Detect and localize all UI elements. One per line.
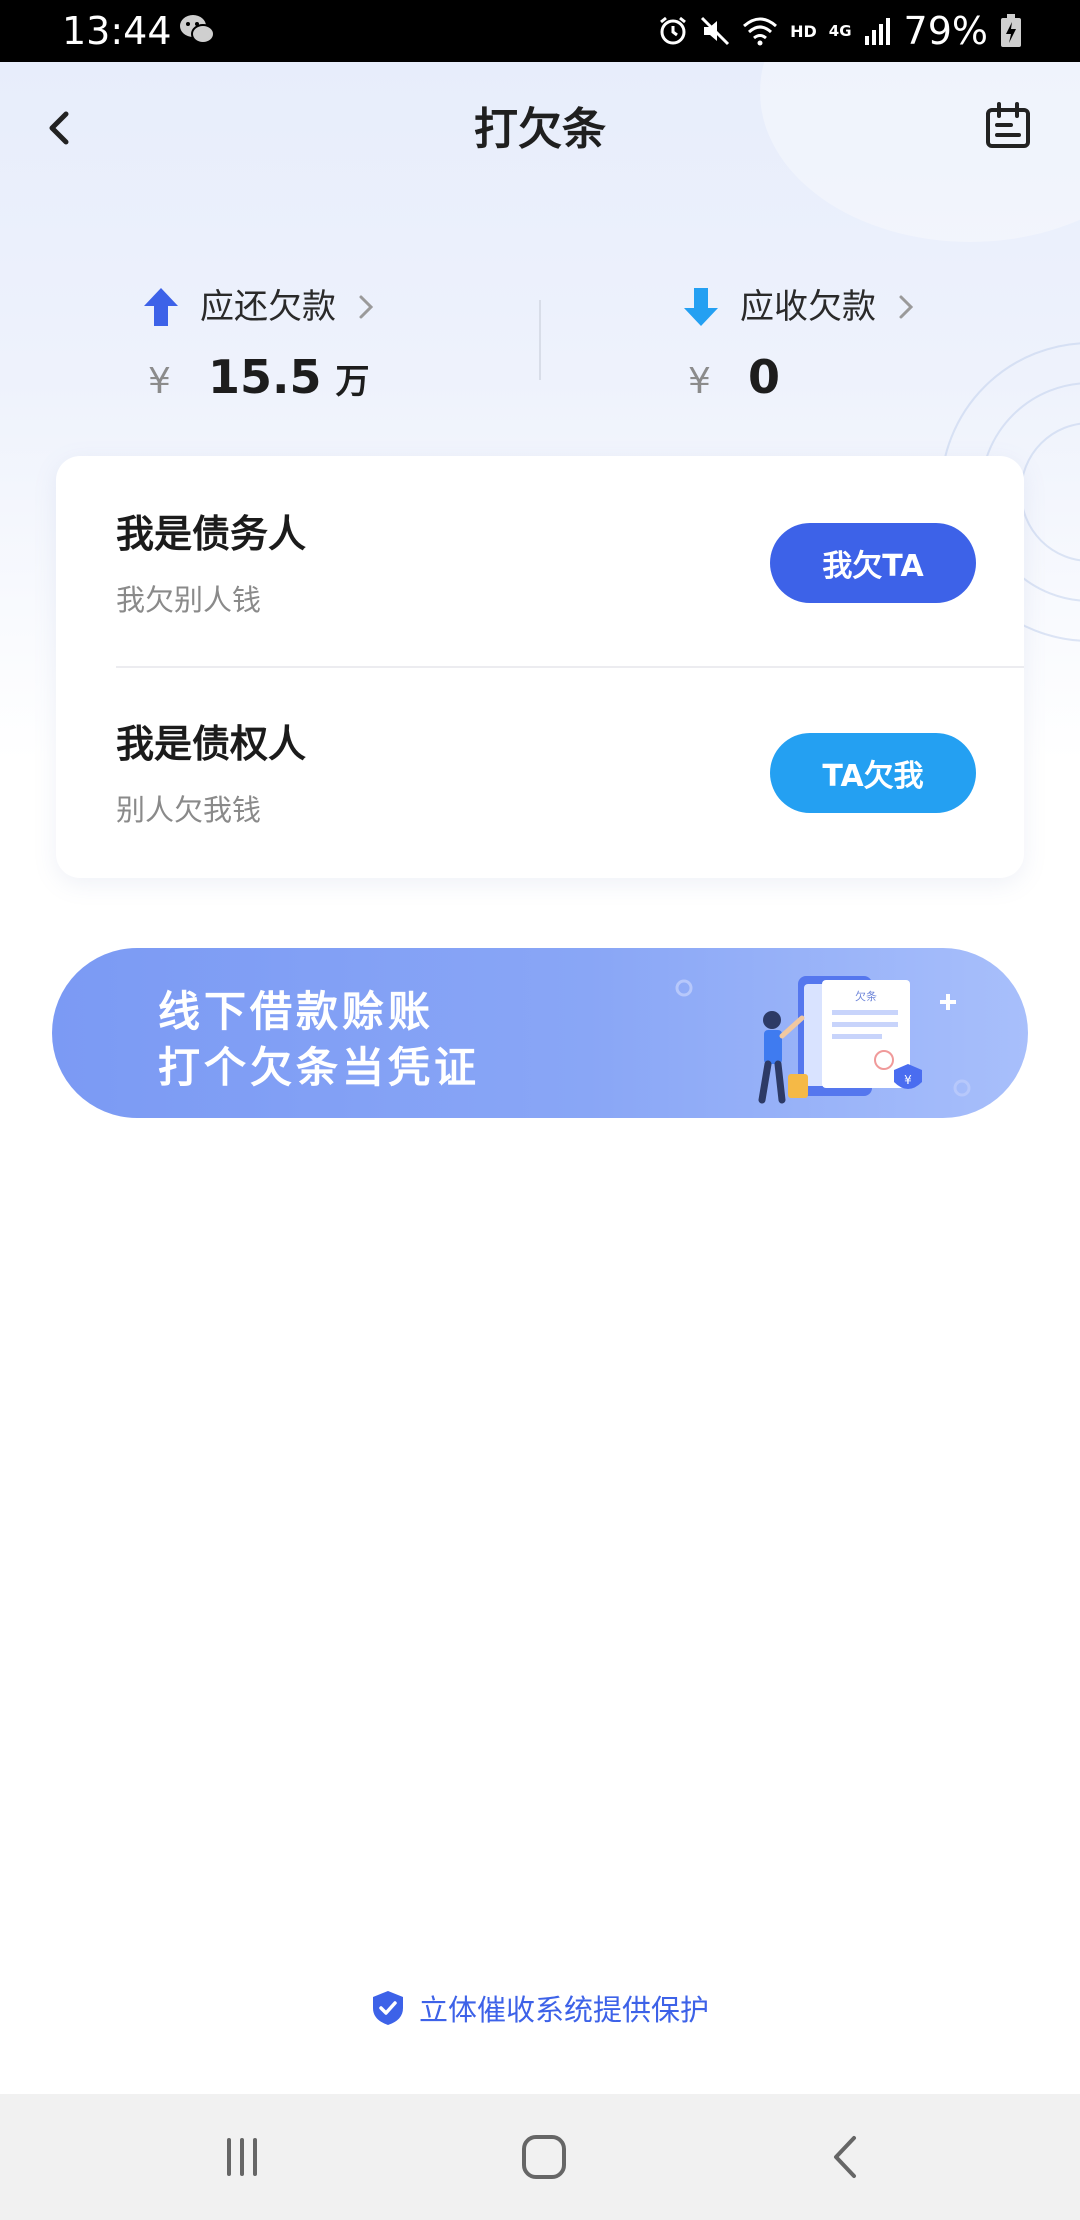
network-4g-indicator: 4G bbox=[828, 22, 852, 40]
wechat-icon bbox=[180, 15, 215, 44]
status-bar: 13:44 HD 4G 79% bbox=[0, 0, 1080, 62]
receivable-summary[interactable]: 应收欠款 ¥ 0 bbox=[682, 280, 1022, 410]
protection-notice: 立体催收系统提供保护 bbox=[0, 1986, 1080, 2030]
battery-charging-icon bbox=[1001, 14, 1021, 47]
home-icon[interactable] bbox=[514, 2132, 574, 2182]
payable-amount: 15.5 bbox=[208, 350, 322, 404]
receivable-amount: 0 bbox=[748, 350, 781, 404]
mute-icon bbox=[701, 16, 730, 46]
arrow-down-icon bbox=[684, 288, 718, 326]
summary-divider bbox=[539, 300, 541, 380]
battery-percent: 79% bbox=[903, 9, 988, 53]
payable-summary[interactable]: 应还欠款 ¥ 15.5 万 bbox=[142, 280, 482, 410]
protection-text: 立体催收系统提供保护 bbox=[418, 1993, 709, 2027]
role-card: 我是债务人 我欠别人钱 我欠TA 我是债权人 别人欠我钱 TA欠我 bbox=[56, 456, 1024, 878]
chevron-right-icon bbox=[899, 295, 914, 319]
payable-unit: 万 bbox=[335, 362, 370, 402]
creditor-title: 我是债权人 bbox=[116, 722, 307, 766]
banner-line-1: 线下借款赊账 bbox=[158, 987, 435, 1036]
wifi-icon bbox=[743, 17, 778, 46]
creditor-subtitle: 别人欠我钱 bbox=[116, 793, 262, 827]
currency-symbol: ¥ bbox=[148, 361, 171, 402]
shield-check-icon bbox=[372, 1991, 403, 2025]
system-navigation-bar bbox=[0, 2094, 1080, 2220]
illustration-title: 欠条 bbox=[855, 989, 877, 1003]
i-owe-button[interactable]: 我欠TA bbox=[770, 523, 976, 603]
chevron-right-icon bbox=[359, 295, 374, 319]
debtor-title: 我是债务人 bbox=[116, 512, 307, 556]
alarm-icon bbox=[660, 16, 687, 45]
debtor-row: 我是债务人 我欠别人钱 我欠TA bbox=[56, 456, 1024, 666]
debtor-subtitle: 我欠别人钱 bbox=[116, 583, 262, 617]
calendar-icon[interactable] bbox=[984, 100, 1032, 152]
owes-me-button[interactable]: TA欠我 bbox=[770, 733, 976, 813]
arrow-up-icon bbox=[144, 288, 178, 326]
hd-indicator: HD bbox=[790, 21, 817, 41]
creditor-row: 我是债权人 别人欠我钱 TA欠我 bbox=[56, 666, 1024, 876]
system-back-icon[interactable] bbox=[816, 2132, 876, 2182]
receivable-label: 应收欠款 bbox=[740, 287, 876, 327]
signal-icon bbox=[864, 18, 890, 45]
status-icons: HD 4G 79% bbox=[658, 8, 1022, 54]
status-time: 13:44 bbox=[62, 9, 172, 53]
recent-apps-icon[interactable] bbox=[212, 2132, 272, 2182]
svg-text:¥: ¥ bbox=[904, 1073, 912, 1087]
page-title: 打欠条 bbox=[474, 104, 606, 155]
currency-symbol: ¥ bbox=[688, 361, 711, 402]
promo-banner[interactable]: 线下借款赊账 打个欠条当凭证 欠条 ¥ bbox=[52, 948, 1028, 1118]
banner-line-2: 打个欠条当凭证 bbox=[158, 1043, 481, 1092]
payable-label: 应还欠款 bbox=[200, 287, 336, 327]
iou-illustration: 欠条 ¥ bbox=[675, 976, 971, 1104]
